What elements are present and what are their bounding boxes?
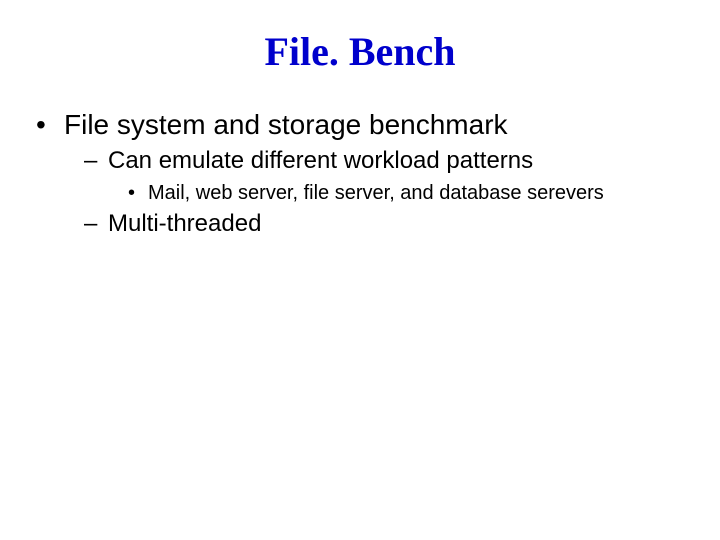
bullet-l2-text: Multi-threaded: [108, 210, 261, 237]
bullet-l3-item: Mail, web server, file server, and datab…: [128, 180, 680, 206]
bullet-list-level2: Can emulate different workload patterns …: [84, 145, 680, 240]
bullet-l2-text: Can emulate different workload patterns: [108, 147, 533, 174]
bullet-l1-item: File system and storage benchmark Can em…: [36, 107, 680, 240]
bullet-l2-item: Multi-threaded: [84, 208, 680, 240]
slide-content: File system and storage benchmark Can em…: [0, 107, 720, 240]
bullet-l2-item: Can emulate different workload patterns …: [84, 145, 680, 205]
bullet-l1-text: File system and storage benchmark: [64, 109, 508, 140]
slide-title: File. Bench: [0, 28, 720, 75]
bullet-l3-text: Mail, web server, file server, and datab…: [148, 182, 604, 204]
slide: File. Bench File system and storage benc…: [0, 28, 720, 540]
bullet-list-level3: Mail, web server, file server, and datab…: [128, 180, 680, 206]
bullet-list-level1: File system and storage benchmark Can em…: [36, 107, 680, 240]
